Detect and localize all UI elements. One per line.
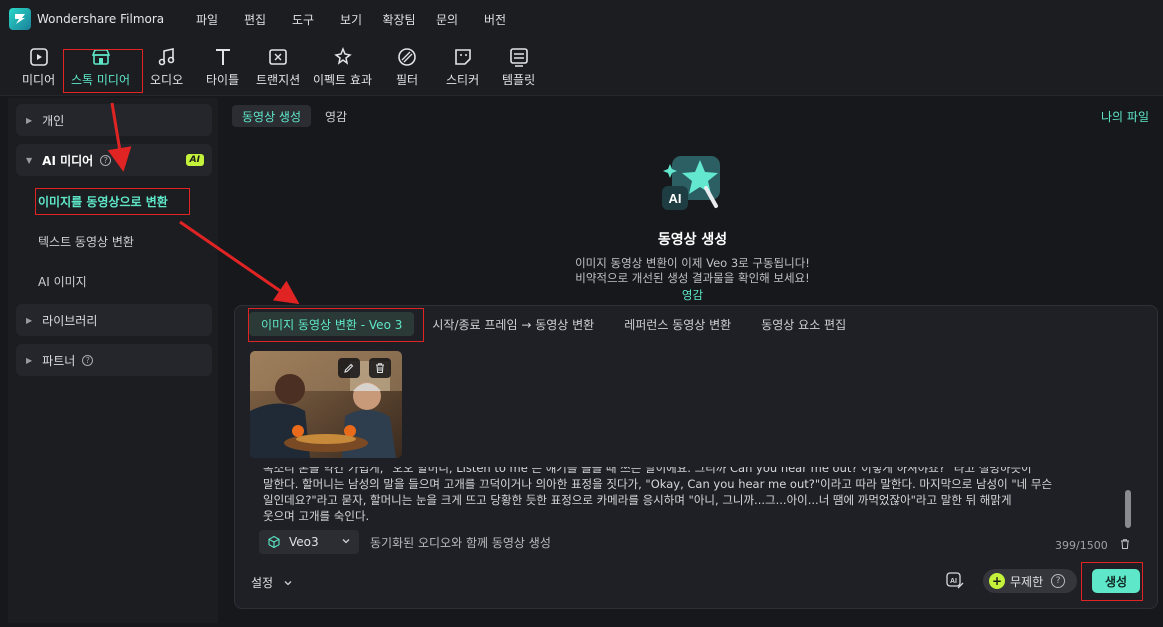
highlight-generate-button [1081,562,1143,601]
generation-panel: 이미지 동영상 변환 - Veo 3 시작/종료 프레임 → 동영상 변환 레퍼… [234,305,1158,609]
filter-icon [396,46,418,68]
model-dropdown[interactable]: Veo3 [259,530,359,554]
tab-video-element-edit[interactable]: 동영상 요소 편집 [749,312,858,336]
scrollbar-thumb[interactable] [1125,490,1131,528]
highlight-veo3-tab [248,308,424,342]
character-count: 399/1500 [1055,539,1108,552]
highlight-image-to-video [35,188,190,215]
sidebar-group-library[interactable]: ▶ 라이브러리 [16,304,212,336]
caret-right-icon: ▶ [26,355,33,365]
help-icon[interactable]: ? [82,354,94,366]
cube-icon [268,535,280,549]
pencil-icon [344,363,354,373]
tab-create-video[interactable]: 동영상 생성 [232,105,312,127]
media-icon [28,46,50,68]
filmora-logo-icon [9,8,31,30]
caret-right-icon: ▶ [26,115,33,125]
menu-file[interactable]: 파일 [183,11,231,28]
ai-badge: AI [185,154,204,166]
caret-down-icon: ▼ [26,155,33,165]
uploaded-image-thumbnail[interactable] [250,351,402,458]
svg-text:AI: AI [950,578,957,585]
toolbar-stickers[interactable]: 스티커 [446,46,479,92]
inspiration-link[interactable]: 영감 [222,287,1163,303]
effects-icon [332,46,354,68]
transition-icon [267,46,289,68]
toolbar-transitions[interactable]: 트랜지션 [256,46,300,92]
clear-prompt-trash-icon[interactable] [1119,538,1131,550]
title-icon [212,46,234,68]
menu-extensions[interactable]: 확장팀 [375,11,423,28]
prompt-scrollbar[interactable] [1125,468,1131,530]
caret-right-icon: ▶ [26,315,33,325]
menu-bar: 파일 편집 도구 보기 확장팀 문의 버전 [183,11,519,28]
help-icon[interactable]: ? [100,154,112,166]
menu-version[interactable]: 버전 [471,11,519,28]
toolbar-titles[interactable]: 타이틀 [206,46,239,92]
sidebar: ▶ 개인 ▼ AI 미디어 ? AI 이미지를 동영상으로 변환 텍스트 동영상… [8,98,218,623]
menu-help[interactable]: 문의 [423,11,471,28]
menu-tools[interactable]: 도구 [279,11,327,28]
toolbar-effects[interactable]: 이펙트 효과 [313,46,372,92]
help-icon[interactable]: ? [1051,574,1066,588]
plus-credit-icon: + [989,573,1005,589]
toolbar-audio[interactable]: 오디오 [150,46,183,92]
sticker-icon [452,46,474,68]
sidebar-item-text-to-video[interactable]: 텍스트 동영상 변환 [38,233,134,250]
title-bar: Wondershare Filmora 파일 편집 도구 보기 확장팀 문의 버… [0,0,1163,38]
main-panel: 동영상 생성 영감 나의 파일 AI 동영상 생성 이미지 동영상 변환이 이제… [222,98,1163,627]
delete-image-button[interactable] [369,358,391,378]
media-toolbar: 미디어 스톡 미디어 오디오 타이틀 트랜지션 이펙트 효과 필터 스티커 템플… [0,38,1163,96]
toolbar-media[interactable]: 미디어 [22,46,55,92]
tab-start-end-frame[interactable]: 시작/종료 프레임 → 동영상 변환 [420,312,606,336]
toolbar-templates[interactable]: 템플릿 [502,46,535,92]
template-icon [508,46,530,68]
toolbar-filters[interactable]: 필터 [396,46,418,92]
audio-icon [156,46,178,68]
prompt-textarea[interactable]: 목소리 톤을 약간 가볍게, "오오 할머니, Listen to me 는 얘… [263,467,1125,525]
menu-view[interactable]: 보기 [327,11,375,28]
tab-reference-video[interactable]: 레퍼런스 동영상 변환 [612,312,743,336]
sidebar-group-partner[interactable]: ▶ 파트너 ? [16,344,212,376]
sidebar-group-ai-media[interactable]: ▼ AI 미디어 ? AI [16,144,212,176]
app-title: Wondershare Filmora [37,12,165,26]
hero-title: 동영상 생성 [657,232,728,248]
main-tabs: 동영상 생성 영감 [232,105,361,127]
sidebar-group-personal[interactable]: ▶ 개인 [16,104,212,136]
unlimited-credits-pill[interactable]: + 무제한 ? [983,569,1077,593]
highlight-stock-media [63,49,143,93]
hero-description: 이미지 동영상 변환이 이제 Veo 3로 구동됩니다! 비약적으로 개선된 생… [575,256,810,285]
tab-inspiration[interactable]: 영감 [315,105,357,127]
ai-video-hero-icon: AI [662,156,720,210]
settings-toggle[interactable]: 설정 [251,574,293,591]
edit-image-button[interactable] [338,358,360,378]
sidebar-item-ai-image[interactable]: AI 이미지 [38,273,87,290]
my-files-link[interactable]: 나의 파일 [1101,108,1149,125]
menu-edit[interactable]: 편집 [231,11,279,28]
sync-audio-label: 동기화된 오디오와 함께 동영상 생성 [370,536,551,550]
svg-text:AI: AI [669,191,682,206]
chevron-down-icon [284,580,292,585]
chevron-down-icon [342,539,350,544]
trash-icon [376,363,384,373]
ai-image-tool-icon[interactable]: AI [945,571,965,591]
